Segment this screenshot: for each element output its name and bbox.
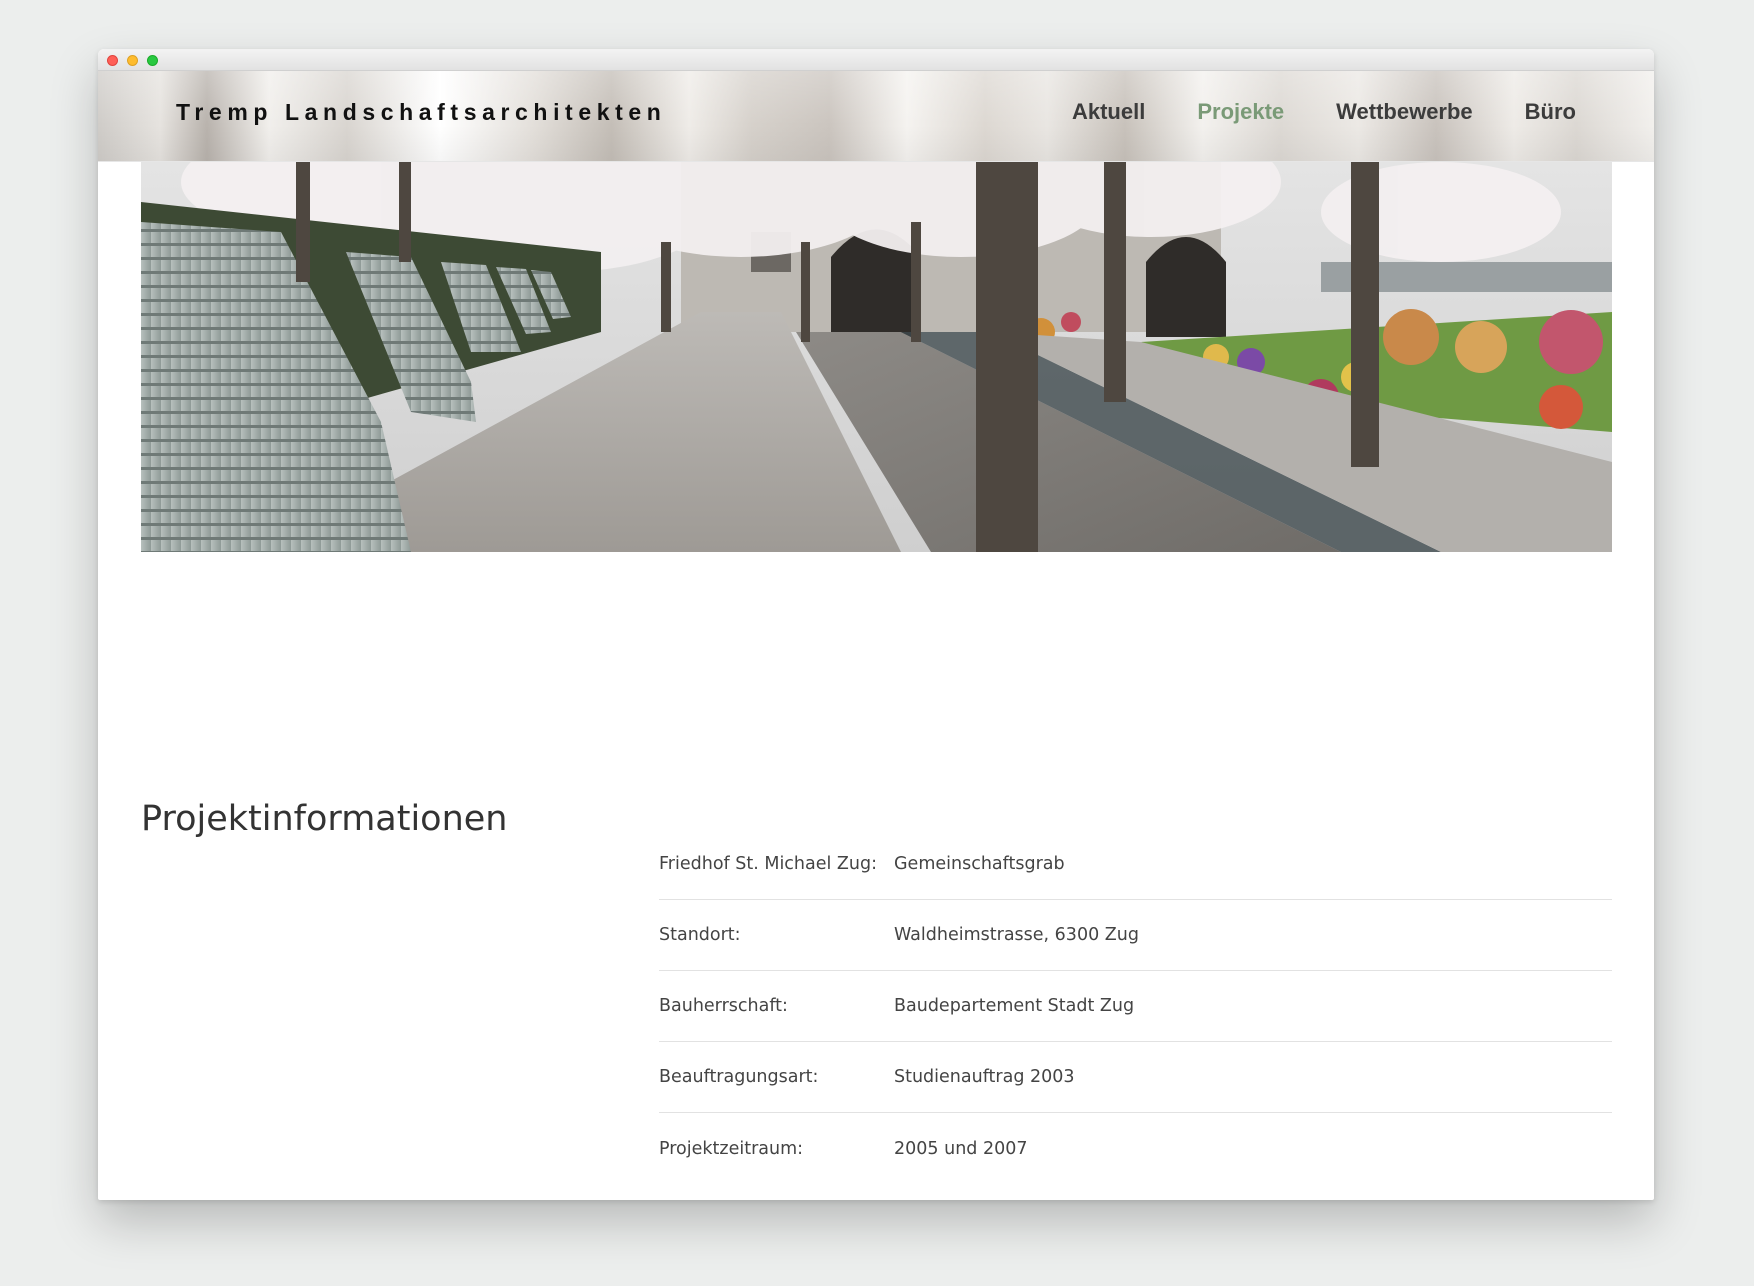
window-titlebar xyxy=(98,49,1654,71)
info-row: Friedhof St. Michael Zug: Gemeinschaftsg… xyxy=(659,829,1612,900)
info-value: Gemeinschaftsgrab xyxy=(894,854,1065,874)
info-value: Baudepartement Stadt Zug xyxy=(894,996,1135,1016)
browser-window: Tremp Landschaftsarchitekten Aktuell Pro… xyxy=(98,49,1654,1200)
info-label: Friedhof St. Michael Zug: xyxy=(659,854,878,874)
info-row: Bauherrschaft: Baudepartement Stadt Zug xyxy=(659,971,1612,1042)
project-info-heading: Projektinformationen xyxy=(141,799,508,839)
nav-item-projekte[interactable]: Projekte xyxy=(1197,99,1284,125)
maximize-window-button[interactable] xyxy=(147,55,158,66)
info-label: Projektzeitraum: xyxy=(659,1138,804,1159)
site-logo[interactable]: Tremp Landschaftsarchitekten xyxy=(176,99,666,126)
hero-image xyxy=(141,162,1612,552)
info-value: Waldheimstrasse, 6300 Zug xyxy=(894,925,1139,945)
info-value: 2005 und 2007 xyxy=(894,1138,1028,1159)
site-header: Tremp Landschaftsarchitekten Aktuell Pro… xyxy=(98,71,1654,162)
close-window-button[interactable] xyxy=(107,55,118,66)
nav-item-aktuell[interactable]: Aktuell xyxy=(1072,99,1145,125)
info-row: Projektzeitraum: 2005 und 2007 xyxy=(659,1113,1612,1184)
info-row: Beauftragungsart: Studienauftrag 2003 xyxy=(659,1042,1612,1113)
info-label: Bauherrschaft: xyxy=(659,996,788,1016)
minimize-window-button[interactable] xyxy=(127,55,138,66)
main-nav: Aktuell Projekte Wettbewerbe Büro xyxy=(1072,99,1576,125)
info-value: Studienauftrag 2003 xyxy=(894,1067,1075,1087)
nav-item-buero[interactable]: Büro xyxy=(1525,99,1576,125)
nav-item-wettbewerbe[interactable]: Wettbewerbe xyxy=(1336,99,1473,125)
info-label: Standort: xyxy=(659,925,741,945)
project-info-table: Friedhof St. Michael Zug: Gemeinschaftsg… xyxy=(659,829,1612,1184)
info-row: Standort: Waldheimstrasse, 6300 Zug xyxy=(659,900,1612,971)
info-label: Beauftragungsart: xyxy=(659,1067,819,1087)
